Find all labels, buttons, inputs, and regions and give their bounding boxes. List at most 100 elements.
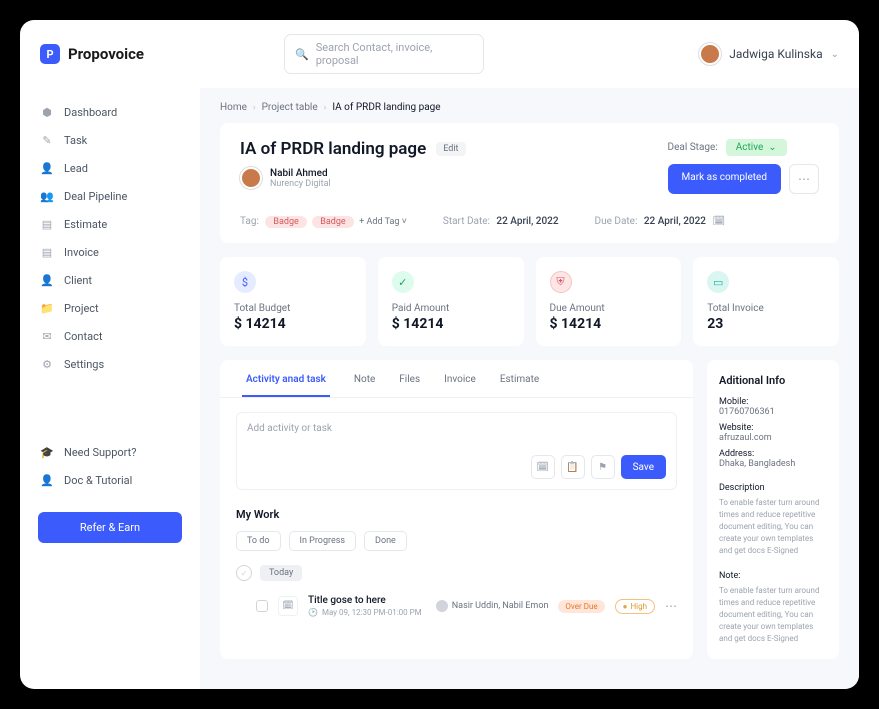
- note-label: Note:: [719, 571, 827, 581]
- brand[interactable]: P Propovoice: [40, 44, 144, 64]
- stats-row: $Total Budget$ 14214✓Paid Amount$ 14214⛨…: [220, 257, 839, 346]
- task-checkbox[interactable]: [256, 600, 268, 612]
- flag-icon-button[interactable]: ⚑: [591, 455, 615, 479]
- task-calendar-icon: 🗓: [278, 596, 298, 616]
- settings-icon: ⚙: [40, 357, 54, 371]
- deal-stage-label: Deal Stage:: [668, 142, 718, 153]
- brand-logo-icon: P: [40, 44, 60, 64]
- deal-pipeline-icon: 👥: [40, 189, 54, 203]
- filter-to-do[interactable]: To do: [236, 531, 281, 551]
- description-label: Description: [719, 483, 827, 493]
- stat-total-budget: $Total Budget$ 14214: [220, 257, 366, 346]
- sidebar-item-dashboard[interactable]: ⬢Dashboard: [20, 98, 200, 126]
- description-value: To enable faster turn around times and r…: [719, 497, 827, 557]
- start-date-value: 22 April, 2022: [496, 216, 558, 227]
- filter-done[interactable]: Done: [364, 531, 407, 551]
- user-menu[interactable]: Jadwiga Kulinska ⌄: [699, 43, 839, 65]
- stat-icon: ▭: [707, 271, 729, 293]
- refer-earn-button[interactable]: Refer & Earn: [38, 512, 182, 543]
- overdue-badge: Over Due: [558, 600, 604, 613]
- mobile-value: 01760706361: [719, 407, 827, 417]
- project-icon: 📁: [40, 301, 54, 315]
- sidebar-item-doc-tutorial[interactable]: 👤Doc & Tutorial: [20, 466, 200, 494]
- tabs: Activity anad task Note Files Invoice Estima…: [220, 360, 693, 398]
- more-actions-button[interactable]: ⋯: [789, 164, 819, 194]
- stat-due-amount: ⛨Due Amount$ 14214: [536, 257, 682, 346]
- tab-estimate[interactable]: Estimate: [500, 374, 539, 397]
- task-more-button[interactable]: ⋯: [665, 599, 677, 613]
- stat-icon: $: [234, 271, 256, 293]
- sidebar-item-deal-pipeline[interactable]: 👥Deal Pipeline: [20, 182, 200, 210]
- sidebar-item-invoice[interactable]: ▤Invoice: [20, 238, 200, 266]
- edit-button[interactable]: Edit: [436, 142, 465, 156]
- breadcrumb-parent[interactable]: Project table: [262, 102, 318, 113]
- search-icon: 🔍: [295, 48, 309, 61]
- activity-panel: Activity anad task Note Files Invoice Estima…: [220, 360, 693, 659]
- sidebar-item-estimate[interactable]: ▤Estimate: [20, 210, 200, 238]
- estimate-icon: ▤: [40, 217, 54, 231]
- stat-paid-amount: ✓Paid Amount$ 14214: [378, 257, 524, 346]
- address-label: Address:: [719, 449, 827, 459]
- client-icon: 👤: [40, 273, 54, 287]
- today-label: Today: [260, 565, 302, 581]
- chevron-down-icon: ⌄: [768, 142, 776, 153]
- save-activity-button[interactable]: Save: [621, 455, 666, 479]
- stat-icon: ✓: [392, 271, 414, 293]
- project-header-card: IA of PRDR landing page Edit Nabil Ahmed…: [220, 123, 839, 243]
- task-time: May 09, 12:30 PM-01:00 PM: [322, 608, 422, 617]
- avatar: [436, 600, 448, 612]
- tab-files[interactable]: Files: [399, 374, 420, 397]
- sidebar-item-contact[interactable]: ✉Contact: [20, 322, 200, 350]
- user-name: Jadwiga Kulinska: [729, 47, 822, 61]
- filter-in-progress[interactable]: In Progress: [289, 531, 357, 551]
- sidebar-item-client[interactable]: 👤Client: [20, 266, 200, 294]
- task-icon: ✎: [40, 133, 54, 147]
- add-tag-button[interactable]: + Add Tag ˅: [359, 217, 407, 227]
- check-circle-icon: ✓: [236, 565, 252, 581]
- task-row: 🗓 Title gose to here 🕑 May 09, 12:30 PM-…: [236, 591, 677, 621]
- content-area: Home › Project table › IA of PRDR landin…: [200, 88, 859, 689]
- calendar-icon-button[interactable]: 🗓: [531, 455, 555, 479]
- dashboard-icon: ⬢: [40, 105, 54, 119]
- sidebar-item-need-support-[interactable]: 🎓Need Support?: [20, 438, 200, 466]
- tab-note[interactable]: Note: [354, 374, 375, 397]
- sidebar-item-lead[interactable]: 👤Lead: [20, 154, 200, 182]
- search-placeholder: Search Contact, invoice, proposal: [316, 41, 473, 67]
- contact-icon: ✉: [40, 329, 54, 343]
- invoice-icon: ▤: [40, 245, 54, 259]
- mywork-heading: My Work: [236, 508, 677, 521]
- tag-pill[interactable]: Badge: [265, 216, 306, 228]
- sidebar-item-task[interactable]: ✎Task: [20, 126, 200, 154]
- note-value: To enable faster turn around times and r…: [719, 585, 827, 645]
- stat-icon: ⛨: [550, 271, 572, 293]
- sidebar-item-settings[interactable]: ⚙Settings: [20, 350, 200, 378]
- page-title: IA of PRDR landing page: [240, 139, 426, 159]
- priority-badge: ●High: [615, 599, 655, 614]
- breadcrumb-home[interactable]: Home: [220, 102, 247, 113]
- tab-invoice[interactable]: Invoice: [444, 374, 476, 397]
- task-title[interactable]: Title gose to here: [308, 595, 426, 606]
- owner-name: Nabil Ahmed: [270, 168, 331, 179]
- brand-name: Propovoice: [68, 45, 144, 63]
- lead-icon: 👤: [40, 161, 54, 175]
- chevron-down-icon: ⌄: [831, 49, 839, 60]
- clipboard-icon-button[interactable]: 📋: [561, 455, 585, 479]
- activity-composer: Add activity or task 🗓 📋 ⚑ Save: [236, 412, 677, 490]
- deal-stage-select[interactable]: Active ⌄: [726, 139, 787, 156]
- tag-label: Tag:: [240, 216, 259, 227]
- tag-pill[interactable]: Badge: [312, 216, 353, 228]
- search-input[interactable]: 🔍 Search Contact, invoice, proposal: [284, 34, 484, 74]
- app-window: P Propovoice 🔍 Search Contact, invoice, …: [20, 20, 859, 689]
- owner-avatar: [240, 167, 262, 189]
- website-label: Website:: [719, 423, 827, 433]
- activity-input[interactable]: Add activity or task: [247, 423, 666, 449]
- start-date-label: Start Date:: [443, 216, 490, 227]
- clock-icon: 🕑: [308, 608, 318, 617]
- tab-activity-anad-task[interactable]: Activity anad task: [242, 374, 330, 397]
- sidebar-item-project[interactable]: 📁Project: [20, 294, 200, 322]
- topbar: P Propovoice 🔍 Search Contact, invoice, …: [20, 20, 859, 88]
- task-assignees: Nasir Uddin, Nabil Emon: [436, 600, 549, 612]
- mark-completed-button[interactable]: Mark as completed: [668, 164, 781, 194]
- stat-total-invoice: ▭Total Invoice23: [693, 257, 839, 346]
- additional-info-panel: Aditional Info Mobile: 01760706361 Websi…: [707, 360, 839, 659]
